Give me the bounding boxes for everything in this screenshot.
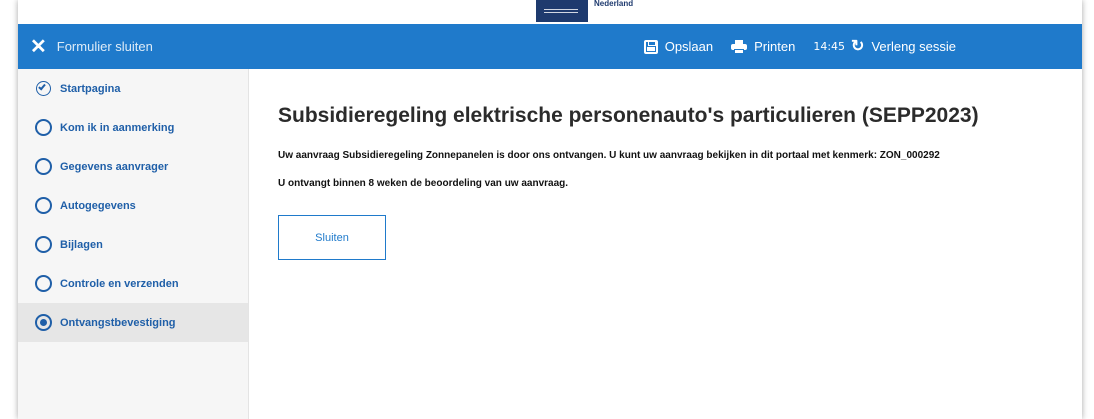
sidebar-item-kom-ik-in-aanmerking[interactable]: Kom ik in aanmerking [18,108,248,147]
renew-session-button[interactable]: ↻ Verleng sessie [851,37,956,55]
application-window: Nederland ✕ Formulier sluiten Opslaan Pr… [18,0,1082,419]
sidebar-item-startpagina[interactable]: Startpagina [18,69,248,108]
close-button[interactable]: Sluiten [278,215,386,260]
check-circle-icon [36,81,51,96]
circle-icon [35,119,52,136]
sidebar-item-label: Controle en verzenden [60,277,179,290]
save-icon [643,39,658,54]
page-title: Subsidieregeling elektrische personenaut… [278,104,979,127]
sidebar-item-label: Bijlagen [60,238,103,251]
government-logo [536,0,588,22]
close-form-button[interactable]: ✕ Formulier sluiten [30,24,153,69]
sidebar-item-gegevens-aanvrager[interactable]: Gegevens aanvrager [18,147,248,186]
confirmation-message: Uw aanvraag Subsidieregeling Zonnepanele… [278,150,940,161]
logo-text: Nederland [594,0,634,8]
circle-icon [35,236,52,253]
sidebar-item-controle-en-verzenden[interactable]: Controle en verzenden [18,264,248,303]
refresh-icon: ↻ [851,37,865,55]
print-button[interactable]: Printen [731,39,795,54]
sidebar-item-label: Autogegevens [60,199,136,212]
sidebar-item-ontvangstbevestiging[interactable]: Ontvangstbevestiging [18,303,248,342]
circle-icon [35,275,52,292]
session-time: 14:45 [813,40,846,53]
sidebar-item-autogegevens[interactable]: Autogegevens [18,186,248,225]
radio-selected-icon [35,314,52,331]
sidebar-item-label: Kom ik in aanmerking [60,121,175,134]
logo-header: Nederland [18,0,1082,24]
printer-icon [731,39,748,54]
sidebar-item-label: Ontvangstbevestiging [60,316,176,329]
save-button[interactable]: Opslaan [643,39,714,54]
renew-session-label: Verleng sessie [871,39,956,54]
close-form-label: Formulier sluiten [56,39,153,54]
circle-icon [35,158,52,175]
sidebar-item-bijlagen[interactable]: Bijlagen [18,225,248,264]
sidebar-item-label: Startpagina [60,82,121,95]
toolbar-actions: Opslaan Printen 14:45 ↻ Verleng sessie [626,24,1082,69]
print-label: Printen [754,39,796,54]
top-toolbar: ✕ Formulier sluiten Opslaan Printen 14:4… [18,24,1082,69]
close-icon: ✕ [30,35,47,58]
main-content: Subsidieregeling elektrische personenaut… [250,69,1082,419]
assessment-notice: U ontvangt binnen 8 weken de beoordeling… [278,178,569,189]
sidebar-item-label: Gegevens aanvrager [60,160,169,173]
circle-icon [35,197,52,214]
step-navigation: Startpagina Kom ik in aanmerking Gegeven… [18,69,249,419]
save-label: Opslaan [664,39,714,54]
